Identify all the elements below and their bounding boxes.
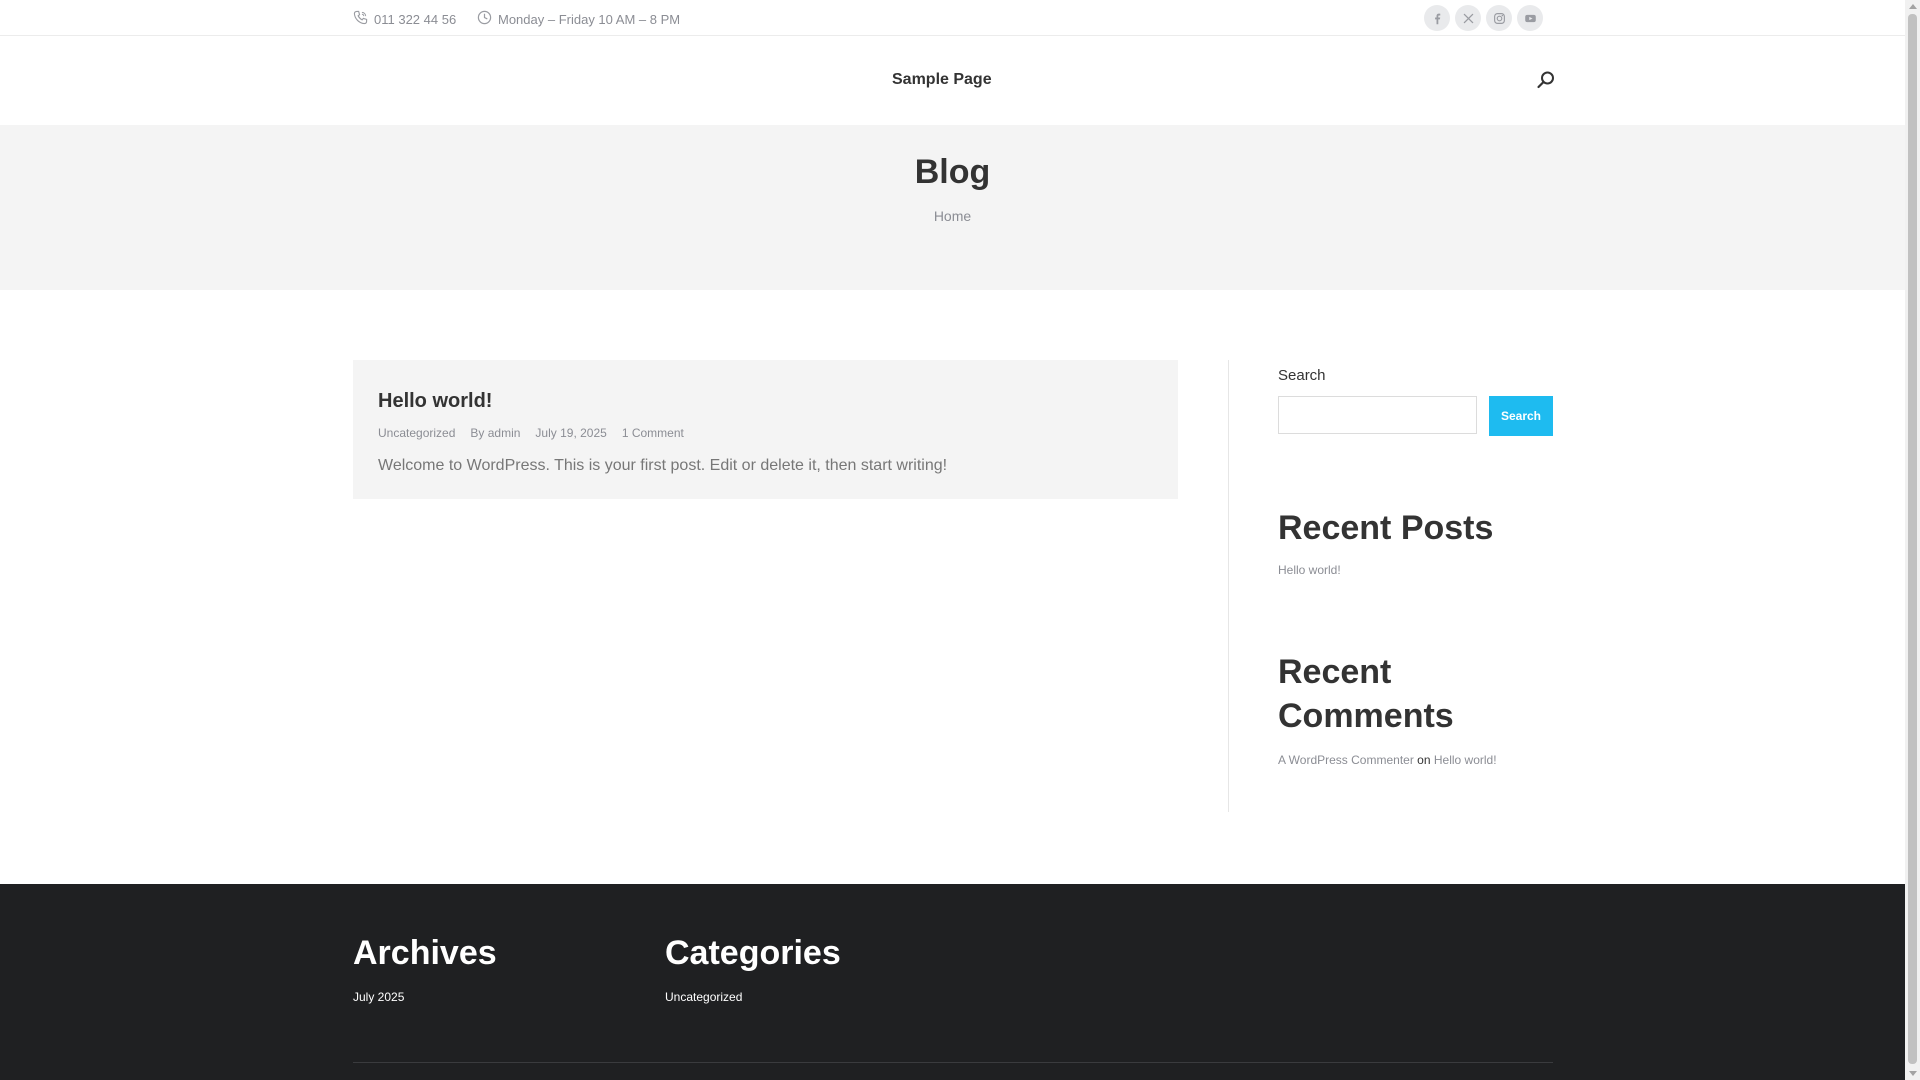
opening-hours: Monday – Friday 10 AM – 8 PM: [498, 11, 681, 27]
footer-divider: [353, 1062, 1553, 1063]
post-meta: Uncategorized By admin July 19, 2025 1 C…: [378, 426, 684, 440]
page-title-area: Blog Home: [0, 125, 1905, 290]
youtube-icon[interactable]: [1517, 5, 1543, 31]
archive-link[interactable]: July 2025: [353, 990, 404, 1004]
sidebar-divider: [1228, 360, 1229, 812]
search-input[interactable]: [1278, 396, 1477, 434]
breadcrumb[interactable]: Home: [0, 208, 1905, 224]
recent-post-link[interactable]: Hello world!: [1278, 563, 1341, 577]
comment-post-link[interactable]: Hello world!: [1434, 753, 1497, 767]
post-card: Hello world! Uncategorized By admin July…: [353, 360, 1178, 499]
social-icons: [1424, 5, 1543, 31]
categories-heading: Categories: [665, 934, 841, 972]
post-excerpt: Welcome to WordPress. This is your first…: [378, 457, 948, 474]
page: 011 322 44 56 Monday – Friday 10 AM – 8 …: [0, 0, 1905, 1080]
site-header: Sample Page: [0, 36, 1905, 125]
page-title: Blog: [914, 153, 991, 191]
comment-on-text: on: [1417, 753, 1431, 767]
post-category[interactable]: Uncategorized: [378, 426, 455, 440]
vertical-scrollbar[interactable]: [1905, 0, 1920, 1080]
site-footer: Archives July 2025 Categories Uncategori…: [0, 884, 1905, 1080]
phone-icon: [353, 10, 368, 28]
search-button[interactable]: Search: [1489, 396, 1553, 436]
search-icon[interactable]: [1536, 70, 1556, 90]
search-label: Search: [1278, 367, 1326, 384]
nav-sample-page[interactable]: Sample Page: [892, 71, 992, 89]
instagram-icon[interactable]: [1486, 5, 1512, 31]
x-twitter-icon[interactable]: [1455, 5, 1481, 31]
category-link[interactable]: Uncategorized: [665, 990, 742, 1004]
scroll-down-icon[interactable]: [1909, 1071, 1917, 1076]
recent-posts-heading: Recent Posts: [1278, 509, 1494, 547]
hours-info: Monday – Friday 10 AM – 8 PM: [477, 10, 680, 28]
phone-info: 011 322 44 56: [353, 10, 456, 28]
phone-number: 011 322 44 56: [374, 11, 457, 27]
post-author[interactable]: By admin: [470, 426, 520, 440]
post-date[interactable]: July 19, 2025: [535, 426, 606, 440]
post-comments[interactable]: 1 Comment: [622, 426, 684, 440]
facebook-icon[interactable]: [1424, 5, 1450, 31]
clock-icon: [477, 10, 492, 28]
comment-author-link[interactable]: A WordPress Commenter: [1278, 753, 1414, 767]
recent-comment: A WordPress Commenter on Hello world!: [1278, 753, 1497, 767]
archives-heading: Archives: [353, 934, 497, 972]
recent-comments-heading-line1: Recent: [1278, 653, 1392, 691]
top-bar: 011 322 44 56 Monday – Friday 10 AM – 8 …: [0, 0, 1905, 36]
scroll-up-icon[interactable]: [1909, 4, 1917, 9]
scrollbar-thumb[interactable]: [1908, 14, 1917, 1064]
post-title[interactable]: Hello world!: [378, 390, 492, 413]
recent-comments-heading-line2: Comments: [1278, 697, 1454, 735]
